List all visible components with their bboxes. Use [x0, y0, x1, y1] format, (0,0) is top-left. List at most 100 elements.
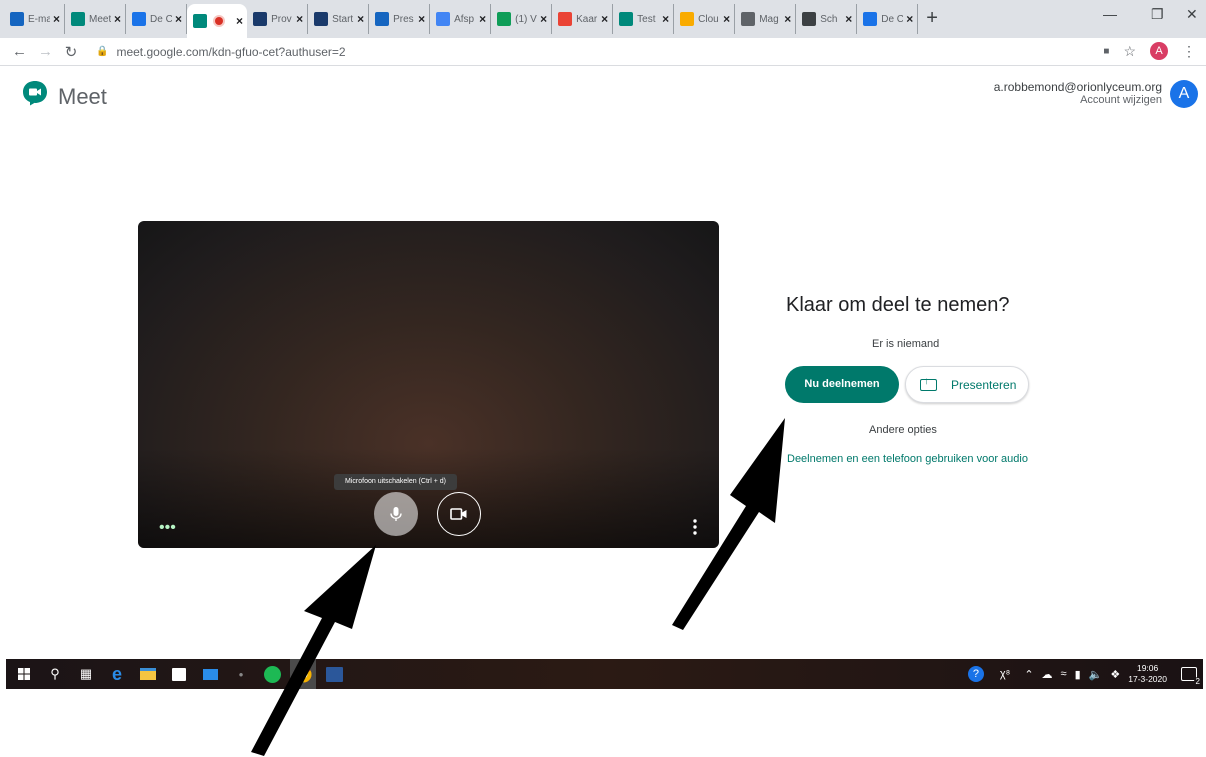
- tab-favicon-icon: [193, 14, 208, 28]
- show-hidden-icons-icon[interactable]: ⌃: [1024, 668, 1033, 681]
- dropbox-icon[interactable]: ❖: [1110, 668, 1120, 681]
- tab-label: Pres: [393, 13, 414, 25]
- join-now-button[interactable]: Nu deelnemen: [785, 366, 899, 403]
- word-icon[interactable]: [324, 664, 344, 684]
- browser-tab[interactable]: Test ×: [613, 4, 675, 34]
- browser-tab[interactable]: Meet ×: [65, 4, 127, 34]
- browser-profile-avatar[interactable]: A: [1150, 42, 1168, 60]
- tab-label: Start: [332, 13, 354, 25]
- browser-tab[interactable]: ×: [187, 4, 248, 38]
- meet-logo-icon: [23, 81, 47, 106]
- onedrive-icon[interactable]: ☁: [1042, 668, 1053, 681]
- preview-more-options-icon[interactable]: [692, 518, 698, 536]
- tab-close-icon[interactable]: ×: [479, 12, 486, 26]
- browser-tab[interactable]: Sch ×: [796, 4, 858, 34]
- back-icon[interactable]: ←: [12, 43, 27, 60]
- present-button-label: Presenteren: [951, 377, 1017, 392]
- browser-tab[interactable]: De Cal×: [126, 4, 188, 34]
- battery-icon[interactable]: ▮: [1075, 668, 1081, 681]
- account-change-link[interactable]: Account wijzigen: [994, 94, 1162, 107]
- browser-tab[interactable]: (1) V ×: [491, 4, 553, 34]
- reload-icon[interactable]: ↻: [64, 43, 78, 61]
- microphone-toggle-button[interactable]: [374, 492, 418, 536]
- star-icon[interactable]: ☆: [1123, 43, 1136, 60]
- tab-label: De Cal: [150, 13, 173, 25]
- lock-icon: 🔒: [96, 46, 109, 57]
- recording-dot-icon: [215, 17, 224, 25]
- browser-tab[interactable]: Clou ×: [674, 4, 736, 34]
- present-screen-icon: [920, 376, 937, 391]
- notifications-icon[interactable]: 2: [1181, 667, 1202, 686]
- browser-tab[interactable]: E-mail×: [4, 4, 66, 34]
- tab-close-icon[interactable]: ×: [784, 12, 791, 26]
- tab-close-icon[interactable]: ×: [418, 12, 425, 26]
- clock-time: 19:06: [1136, 663, 1159, 673]
- restore-button[interactable]: ❐: [1151, 6, 1164, 23]
- tab-close-icon[interactable]: ×: [906, 12, 913, 26]
- tab-label: E-mail: [28, 13, 50, 25]
- browser-menu-icon[interactable]: ⋮: [1182, 43, 1196, 60]
- camera-toggle-button[interactable]: [437, 492, 481, 536]
- tab-label: Afsp: [454, 13, 475, 25]
- tab-close-icon[interactable]: ×: [662, 12, 669, 26]
- task-view-icon[interactable]: ▦: [76, 664, 96, 684]
- tab-close-icon[interactable]: ×: [114, 12, 121, 26]
- tab-label: De C: [881, 13, 904, 25]
- windows-start-icon[interactable]: [14, 664, 34, 684]
- help-icon[interactable]: ?: [967, 666, 984, 682]
- browser-tab[interactable]: Mag ×: [735, 4, 797, 34]
- browser-tab[interactable]: Pres ×: [369, 4, 431, 34]
- store-icon[interactable]: [169, 664, 189, 684]
- address-bar: ← → ↻ 🔒 meet.google.com/kdn-gfuo-cet?aut…: [0, 38, 1206, 66]
- file-explorer-icon[interactable]: [138, 664, 158, 684]
- phone-audio-link[interactable]: Deelnemen en een telefoon gebruiken voor…: [787, 453, 1028, 465]
- spotify-icon[interactable]: [262, 664, 282, 684]
- chrome-icon[interactable]: [290, 659, 316, 689]
- browser-tab[interactable]: Start ×: [308, 4, 370, 34]
- arrow-to-mic-button: [251, 545, 376, 756]
- pinned-app-icon[interactable]: •: [231, 664, 251, 684]
- mail-icon[interactable]: [200, 664, 220, 684]
- tab-close-icon[interactable]: ×: [296, 12, 303, 26]
- tab-favicon-icon: [741, 12, 756, 26]
- system-clock[interactable]: 19:06 17-3-2020: [1128, 663, 1167, 685]
- edge-browser-icon[interactable]: e: [107, 664, 127, 684]
- browser-tab[interactable]: Kaar ×: [552, 4, 614, 34]
- windows-taskbar: ⚲ ▦ e • ? χ⁸ ⌃ ☁ ≈ ▮ 🔈 ❖ 19:06 17-3-2020…: [6, 659, 1203, 689]
- camera-in-use-icon[interactable]: ■: [1103, 46, 1109, 57]
- tab-close-icon[interactable]: ×: [357, 12, 364, 26]
- tab-close-icon[interactable]: ×: [845, 12, 852, 26]
- preview-options-dots-icon[interactable]: •••: [159, 519, 176, 537]
- tab-favicon-icon: [497, 12, 512, 26]
- browser-tab-strip: E-mail×Meet×De Cal××Prov×Start×Pres×Afsp…: [0, 0, 1206, 38]
- minimize-button[interactable]: —: [1103, 6, 1117, 22]
- tab-close-icon[interactable]: ×: [723, 12, 730, 26]
- volume-icon[interactable]: 🔈: [1089, 668, 1103, 681]
- wifi-icon[interactable]: ≈: [1061, 668, 1067, 680]
- url-text: meet.google.com/kdn-gfuo-cet?authuser=2: [116, 44, 346, 59]
- url-field[interactable]: 🔒 meet.google.com/kdn-gfuo-cet?authuser=…: [96, 45, 346, 59]
- tab-close-icon[interactable]: ×: [53, 12, 60, 26]
- people-icon[interactable]: χ⁸: [1000, 668, 1010, 680]
- close-window-button[interactable]: ✕: [1186, 6, 1198, 23]
- present-button[interactable]: Presenteren: [905, 366, 1029, 403]
- tab-label: Kaar: [576, 13, 598, 25]
- tab-close-icon[interactable]: ×: [540, 12, 547, 26]
- tab-close-icon[interactable]: ×: [236, 14, 243, 28]
- microphone-icon: [390, 507, 402, 521]
- browser-tab[interactable]: De C ×: [857, 4, 919, 34]
- tab-label: Prov: [271, 13, 292, 25]
- forward-icon[interactable]: →: [38, 43, 53, 60]
- account-avatar[interactable]: A: [1170, 80, 1198, 108]
- browser-tab[interactable]: Prov ×: [247, 4, 309, 34]
- tab-close-icon[interactable]: ×: [175, 12, 182, 26]
- camera-preview: [138, 221, 719, 548]
- tab-label: Mag: [759, 13, 779, 25]
- tab-favicon-icon: [132, 12, 147, 26]
- new-tab-button[interactable]: +: [926, 4, 938, 34]
- ready-to-join-heading: Klaar om deel te nemen?: [786, 294, 1010, 316]
- search-icon[interactable]: ⚲: [45, 664, 65, 684]
- tab-favicon-icon: [314, 12, 329, 26]
- browser-tab[interactable]: Afsp ×: [430, 4, 492, 34]
- tab-close-icon[interactable]: ×: [601, 12, 608, 26]
